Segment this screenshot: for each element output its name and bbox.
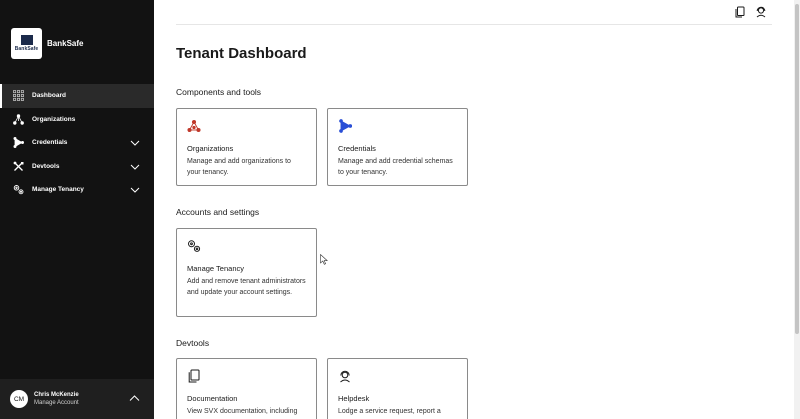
sidebar-item-devtools[interactable]: Devtools	[0, 155, 154, 179]
sidebar-item-dashboard[interactable]: Dashboard	[0, 84, 154, 108]
main-content: Tenant Dashboard Components and tools Or…	[154, 0, 800, 419]
sidebar: BankSafe BankSafe Dashboard Organization…	[0, 0, 154, 419]
page-title: Tenant Dashboard	[176, 45, 307, 62]
mouse-cursor-icon	[320, 254, 328, 265]
brand-name: BankSafe	[47, 39, 84, 48]
sidebar-item-label: Credentials	[32, 139, 68, 147]
card-title: Credentials	[338, 144, 376, 153]
card-helpdesk[interactable]: Helpdesk Lodge a service request, report…	[327, 358, 468, 419]
vertical-scrollbar[interactable]	[794, 0, 800, 419]
sidebar-item-organizations[interactable]: Organizations	[0, 108, 154, 132]
card-credentials[interactable]: Credentials Manage and add credential sc…	[327, 108, 468, 186]
user-name: Chris McKenzie	[34, 392, 79, 398]
support-agent-icon[interactable]	[755, 6, 767, 18]
manage-account-link[interactable]: Manage Account	[34, 400, 79, 406]
card-manage-tenancy[interactable]: Manage Tenancy Add and remove tenant adm…	[176, 228, 317, 317]
card-title: Helpdesk	[338, 394, 370, 403]
chevron-down-icon[interactable]	[130, 162, 140, 172]
logo-mark	[20, 35, 33, 45]
credential-icon	[339, 119, 353, 133]
card-description: Add and remove tenant administrators and…	[187, 278, 306, 296]
section-title-accounts: Accounts and settings	[176, 207, 260, 217]
user-account-bar[interactable]: CM Chris McKenzie Manage Account	[0, 379, 154, 419]
chevron-up-icon[interactable]	[129, 393, 140, 404]
card-description: Lodge a service request, report a	[338, 408, 441, 415]
header-actions	[734, 6, 767, 18]
credential-icon	[12, 137, 24, 149]
brand[interactable]: BankSafe BankSafe	[11, 28, 83, 59]
support-agent-icon	[340, 370, 350, 383]
tools-icon	[12, 160, 24, 172]
card-title: Organizations	[187, 144, 234, 153]
sidebar-item-credentials[interactable]: Credentials	[0, 131, 154, 155]
header-divider	[176, 24, 772, 25]
section-title-devtools: Devtools	[176, 338, 210, 348]
grid-icon	[12, 90, 24, 102]
sidebar-item-label: Organizations	[32, 115, 76, 123]
org-network-icon	[12, 113, 24, 125]
card-description: Manage and add organizations to your ten…	[187, 158, 291, 176]
document-icon[interactable]	[734, 6, 746, 18]
chevron-down-icon[interactable]	[130, 185, 140, 195]
card-organizations[interactable]: Organizations Manage and add organizatio…	[176, 108, 317, 186]
card-title: Manage Tenancy	[187, 264, 244, 273]
sidebar-item-label: Manage Tenancy	[32, 186, 84, 194]
avatar: CM	[10, 390, 28, 408]
logo-text: BankSafe	[14, 46, 39, 52]
sidebar-item-label: Devtools	[32, 162, 60, 170]
gears-icon	[12, 184, 24, 196]
banksafe-logo: BankSafe	[11, 28, 42, 59]
gears-icon	[188, 240, 201, 252]
org-network-icon	[187, 119, 201, 133]
document-icon	[188, 369, 200, 383]
card-description: View SVX documentation, including	[187, 408, 298, 415]
card-title: Documentation	[187, 394, 238, 403]
card-description: Manage and add credential schemas to you…	[338, 158, 453, 176]
sidebar-item-manage-tenancy[interactable]: Manage Tenancy	[0, 178, 154, 202]
card-documentation[interactable]: Documentation View SVX documentation, in…	[176, 358, 317, 419]
user-info: Chris McKenzie Manage Account	[34, 392, 79, 406]
sidebar-nav: Dashboard Organizations Credentials Devt…	[0, 84, 154, 202]
section-title-components: Components and tools	[176, 87, 262, 97]
sidebar-item-label: Dashboard	[32, 92, 66, 100]
scrollbar-thumb[interactable]	[795, 4, 799, 334]
chevron-down-icon[interactable]	[130, 138, 140, 148]
